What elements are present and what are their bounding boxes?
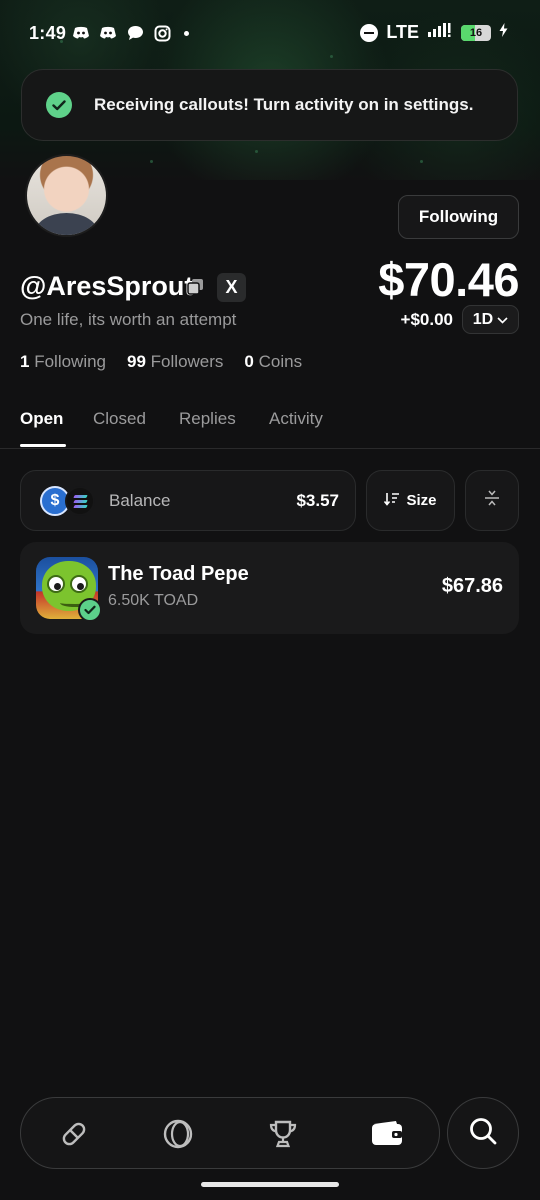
token-value: $67.86 (441, 575, 503, 597)
active-tab-indicator (20, 444, 66, 447)
do-not-disturb-icon (360, 23, 379, 42)
stat-coins[interactable]: 0 Coins (244, 352, 302, 372)
signal-icon (427, 22, 453, 43)
stat-followers[interactable]: 99 Followers (127, 352, 223, 372)
profile-tabs: Open Closed Replies Activity (0, 400, 540, 449)
message-bubble-icon (126, 24, 144, 42)
x-profile-link[interactable]: X (217, 273, 246, 302)
sort-size-button[interactable]: Size (366, 470, 455, 531)
token-name: The Toad Pepe (108, 563, 249, 585)
sort-icon (384, 492, 400, 510)
search-button[interactable] (447, 1097, 519, 1169)
discord-icon (72, 24, 90, 42)
profile-stats: 1 Following 99 Followers 0 Coins (20, 352, 302, 372)
callouts-toast[interactable]: Receiving callouts! Turn activity on in … (21, 69, 518, 141)
stat-following[interactable]: 1 Following (20, 352, 106, 372)
time-range-label: 1D (472, 310, 494, 328)
balance-card[interactable]: $ Balance $3.57 (20, 470, 356, 531)
notification-icons (72, 24, 189, 42)
more-notifications-dot (184, 30, 189, 36)
holding-card[interactable]: The Toad Pepe 6.50K TOAD $67.86 (20, 542, 519, 634)
checkmark-icon (46, 92, 72, 118)
avatar[interactable] (25, 154, 108, 237)
portfolio-value: $70.46 (378, 253, 519, 306)
balance-label: Balance (109, 491, 171, 510)
solana-icon (65, 486, 95, 516)
toast-message: Receiving callouts! Turn activity on in … (94, 95, 474, 114)
bottom-nav (20, 1097, 440, 1169)
charging-icon (499, 23, 508, 42)
sort-label: Size (406, 492, 437, 509)
chevron-down-icon (497, 311, 508, 329)
following-button[interactable]: Following (398, 195, 519, 239)
discord-icon (99, 24, 117, 42)
tab-open[interactable]: Open (20, 409, 63, 429)
portfolio-change: +$0.00 (400, 310, 453, 329)
token-amount: 6.50K TOAD (108, 592, 199, 609)
home-indicator[interactable] (201, 1182, 339, 1187)
profile-bio: One life, its worth an attempt (20, 310, 237, 329)
circle-icon[interactable] (160, 1116, 196, 1152)
verified-badge-icon (78, 598, 102, 622)
status-bar: 1:49 LTE 16 (0, 0, 540, 68)
pill-icon[interactable] (56, 1116, 92, 1152)
trophy-icon[interactable] (265, 1116, 301, 1152)
status-time: 1:49 (29, 23, 67, 43)
tab-closed[interactable]: Closed (93, 409, 146, 429)
instagram-icon (153, 24, 171, 42)
system-indicators: LTE 16 (360, 22, 508, 43)
profile-handle: @AresSprout (20, 271, 194, 301)
time-range-selector[interactable]: 1D (462, 305, 519, 334)
battery-icon: 16 (461, 24, 491, 41)
search-icon (468, 1116, 498, 1151)
x-logo-icon: X (225, 277, 238, 297)
network-type: LTE (386, 22, 419, 42)
balance-value: $3.57 (296, 491, 339, 510)
wallet-icon[interactable] (369, 1116, 405, 1152)
copy-icon[interactable] (186, 278, 206, 296)
battery-level: 16 (469, 26, 483, 39)
tab-replies[interactable]: Replies (179, 409, 236, 429)
collapse-button[interactable] (465, 470, 519, 531)
tab-activity[interactable]: Activity (269, 409, 323, 429)
collapse-icon (483, 489, 501, 512)
